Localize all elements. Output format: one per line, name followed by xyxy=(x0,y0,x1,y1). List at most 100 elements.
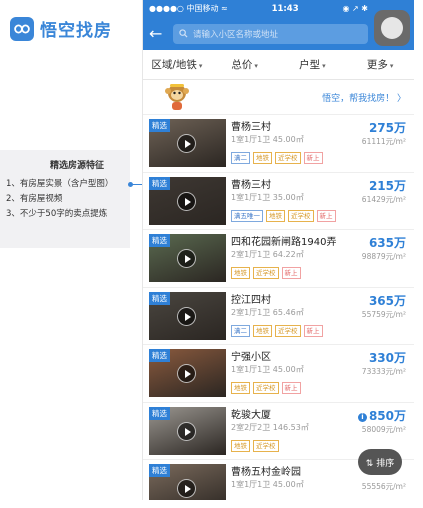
listing-photo[interactable]: 精选 xyxy=(149,176,226,225)
listing-item[interactable]: 精选 四和花园新闸路1940弄 2室1厅1卫 64.22㎡ 635万 98879元/m²… xyxy=(143,230,414,288)
listing-unit-price: 61111元/m² xyxy=(361,137,406,146)
listing-photo[interactable]: 精选 xyxy=(149,406,226,455)
status-bar: ●●●●○ 中国移动 ≈ 11:43 ◉ ↗ ✱ xyxy=(143,0,414,17)
featured-badge: 精选 xyxy=(149,176,170,190)
search-placeholder: 请输入小区名称或地址 xyxy=(193,29,279,40)
featured-badge: 精选 xyxy=(149,406,170,420)
listing-title: 四和花园新闸路1940弄 xyxy=(231,237,337,248)
listing-tags: 满二 地铁 近学校 新上 xyxy=(231,324,326,337)
feature-tag: 近学校 xyxy=(253,267,279,279)
listing-item[interactable]: 精选 曹杨三村 1室1厅1卫 45.00㎡ 275万 61111元/m² 满二 地铁 近学校新… xyxy=(143,115,414,173)
connector-dot xyxy=(128,182,133,187)
listing-specs: 2室1厅1卫 64.22㎡ xyxy=(231,250,304,259)
feature-tag: 地铁 xyxy=(231,382,250,394)
helper-row: 悟空，帮我找房！ 〉 xyxy=(143,80,414,115)
feature-tag: 近学校 xyxy=(275,324,301,337)
note-line: 1、有房屋实景（含户型图） xyxy=(6,179,114,189)
listing-photo[interactable]: 精选 xyxy=(149,464,226,500)
sort-button[interactable]: ⇅ 排序 xyxy=(358,449,402,475)
listing-list: 精选 曹杨三村 1室1厅1卫 45.00㎡ 275万 61111元/m² 满二 地铁 近学校新… xyxy=(143,115,414,500)
feature-tag: 近学校 xyxy=(253,439,279,452)
search-input[interactable]: 请输入小区名称或地址 xyxy=(173,23,368,44)
listing-price: i 850万 xyxy=(357,407,406,424)
back-arrow-icon[interactable]: ← xyxy=(149,24,167,43)
listing-photo[interactable]: 精选 xyxy=(149,119,226,167)
listing-title: 宁强小区 xyxy=(231,352,271,363)
listing-price: 330万 xyxy=(369,349,406,366)
play-video-icon[interactable] xyxy=(177,134,196,153)
feature-tag: 近学校 xyxy=(253,382,279,394)
featured-badge: 精选 xyxy=(149,464,170,477)
listing-item[interactable]: 精选 宁强小区 1室1厅1卫 45.00㎡ 330万 73333元/m² 地铁 近学校 新上 xyxy=(143,345,414,403)
filter-more[interactable]: 更多 ▾ xyxy=(346,57,414,72)
feature-tag: 满二 xyxy=(231,152,250,164)
listing-tags: 地铁 近学校 新上 xyxy=(231,267,304,279)
listing-price: 215万 xyxy=(369,177,406,194)
chevron-down-icon: ▾ xyxy=(322,62,326,70)
feature-note: 精选房源特征 1、有房屋实景（含户型图） 2、有房屋视频 3、不少于50字的卖点… xyxy=(0,150,130,248)
listing-title: 曹杨三村 xyxy=(231,122,271,133)
listing-title: 曹杨三村 xyxy=(231,179,271,191)
listing-title: 控江四村 xyxy=(231,294,271,306)
listing-specs: 1室1厅1卫 35.00㎡ xyxy=(231,192,304,202)
filter-area[interactable]: 区域/地铁 ▾ xyxy=(143,57,211,72)
feature-tag: 近学校 xyxy=(288,209,314,222)
featured-badge: 精选 xyxy=(149,119,170,132)
feature-tag: 地铁 xyxy=(231,267,250,279)
listing-title: 曹杨五村金岭园 xyxy=(231,467,301,478)
listing-photo[interactable]: 精选 xyxy=(149,291,226,340)
phone-screen: ●●●●○ 中国移动 ≈ 11:43 ◉ ↗ ✱ ← 请输入小区名称或地址 区域… xyxy=(142,0,414,500)
listing-photo[interactable]: 精选 xyxy=(149,349,226,397)
chevron-down-icon: ▾ xyxy=(389,62,394,70)
play-video-icon[interactable] xyxy=(177,306,196,326)
note-title: 精选房源特征 xyxy=(49,161,104,171)
listing-specs: 1室1厅1卫 45.00㎡ xyxy=(231,480,304,489)
chevron-down-icon: ▾ xyxy=(198,62,203,70)
search-icon xyxy=(179,29,188,38)
play-video-icon[interactable] xyxy=(177,421,196,441)
status-icons: ◉ ↗ ✱ xyxy=(342,4,368,13)
listing-specs: 2室1厅1卫 65.46㎡ xyxy=(231,307,304,317)
brand-logo: 悟空找房 xyxy=(10,16,112,41)
play-video-icon[interactable] xyxy=(177,191,196,211)
price-value: 850万 xyxy=(368,408,406,423)
carrier-label: ●●●●○ 中国移动 ≈ xyxy=(149,4,228,13)
listing-unit-price: 73333元/m² xyxy=(361,367,406,376)
listing-title: 乾骏大厦 xyxy=(231,409,271,421)
brand-logo-icon xyxy=(10,16,34,41)
listing-specs: 1室1厅1卫 45.00㎡ xyxy=(231,135,304,144)
monkey-mascot-icon xyxy=(165,84,189,110)
feature-tag: 新上 xyxy=(316,209,336,222)
listing-unit-price: 98879元/m² xyxy=(361,252,406,261)
feature-tag: 新上 xyxy=(303,152,323,164)
screenshot: 悟空找房 精选房源特征 1、有房屋实景（含户型图） 2、有房屋视频 3、不少于5… xyxy=(0,0,423,508)
listing-specs: 1室1厅1卫 45.00㎡ xyxy=(231,365,304,374)
play-video-icon[interactable] xyxy=(177,364,196,383)
listing-tags: 地铁 近学校 新上 xyxy=(231,382,304,394)
listing-tags: 满五唯一 地铁 近学校 新上 xyxy=(231,209,339,222)
feature-tag: 满五唯一 xyxy=(231,209,263,222)
filter-price[interactable]: 总价 ▾ xyxy=(211,57,279,72)
feature-tag: 近学校 xyxy=(275,152,301,164)
listing-item[interactable]: 精选 曹杨三村 1室1厅1卫 35.00㎡ 215万 61429元/m² 满五唯一 地铁 近学… xyxy=(143,173,414,230)
filter-bar: 区域/地铁 ▾ 总价 ▾ 户型 ▾ 更多 ▾ xyxy=(143,50,414,80)
listing-item[interactable]: 精选 控江四村 2室1厅1卫 65.46㎡ 365万 55759元/m² 满二 地铁 近学校新… xyxy=(143,288,414,345)
note-line: 3、不少于50字的卖点提炼 xyxy=(6,209,108,219)
info-icon[interactable]: i xyxy=(357,412,367,422)
assistive-touch-button[interactable] xyxy=(374,10,410,46)
feature-tag: 新上 xyxy=(281,382,301,394)
listing-photo[interactable]: 精选 xyxy=(149,234,226,282)
play-video-icon[interactable] xyxy=(177,479,196,498)
play-video-icon[interactable] xyxy=(177,249,196,268)
listing-price: 365万 xyxy=(369,292,406,309)
find-house-link[interactable]: 悟空，帮我找房！ 〉 xyxy=(322,91,406,104)
feature-tag: 满二 xyxy=(231,324,250,337)
price-value: 330万 xyxy=(368,351,406,365)
filter-layout[interactable]: 户型 ▾ xyxy=(279,57,347,72)
featured-badge: 精选 xyxy=(149,349,170,362)
assistive-touch-icon xyxy=(381,17,403,39)
listing-specs: 2室2厅2卫 146.53㎡ xyxy=(231,422,309,432)
featured-badge: 精选 xyxy=(149,291,170,305)
price-value: 215万 xyxy=(368,178,406,193)
price-value: 365万 xyxy=(368,293,406,308)
